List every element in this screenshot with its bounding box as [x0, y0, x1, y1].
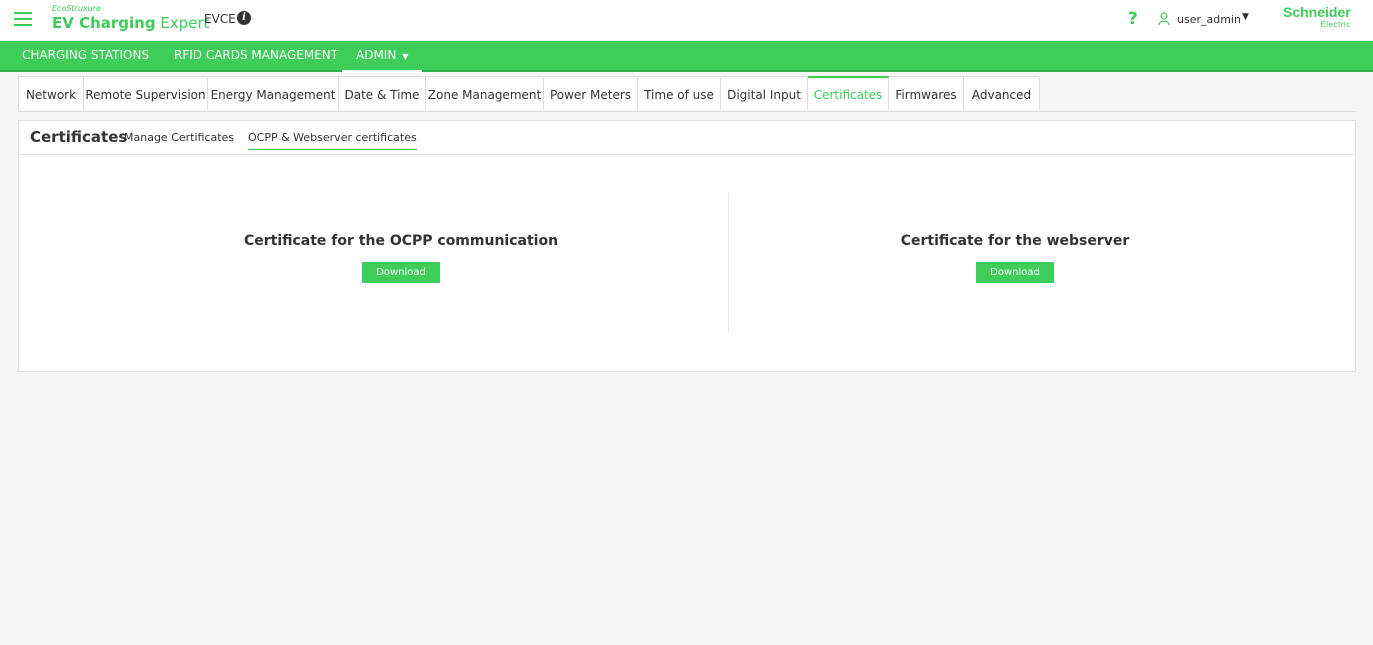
download-webserver-button[interactable]: Download: [976, 262, 1054, 283]
user-name[interactable]: user_admin: [1177, 13, 1241, 26]
tab-certificates[interactable]: Certificates: [808, 76, 889, 110]
tab-date-time[interactable]: Date & Time: [339, 76, 426, 110]
user-icon[interactable]: [1158, 12, 1172, 26]
brand-top: EcoStruxure: [52, 4, 101, 13]
nav-rfid-cards[interactable]: RFID CARDS MANAGEMENT: [174, 41, 338, 70]
tab-zone-management[interactable]: Zone Management: [426, 76, 544, 110]
main-nav: CHARGING STATIONS RFID CARDS MANAGEMENT …: [0, 41, 1373, 73]
page-title: Certificates: [30, 128, 128, 146]
chevron-down-icon: ▼: [402, 52, 409, 61]
top-bar: EcoStruxure EV Charging Expert EVCE i ? …: [0, 0, 1373, 41]
menu-icon[interactable]: [14, 12, 32, 26]
tab-power-meters[interactable]: Power Meters: [544, 76, 638, 110]
tab-firmwares[interactable]: Firmwares: [889, 76, 964, 110]
schneider-logo: Schneider Electric: [1283, 4, 1351, 30]
tab-time-of-use[interactable]: Time of use: [638, 76, 721, 110]
tab-energy-management[interactable]: Energy Management: [208, 76, 339, 110]
divider: [728, 193, 729, 333]
webserver-certificate-section: Certificate for the webserver Download: [815, 233, 1215, 283]
brand-main: EV Charging Expert: [52, 13, 210, 33]
certificates-panel: Certificates Manage Certificates OCPP & …: [18, 120, 1356, 372]
help-icon[interactable]: ?: [1128, 9, 1138, 29]
nav-admin[interactable]: ADMIN ▼: [342, 41, 423, 73]
device-name: EVCE: [204, 12, 236, 26]
brand-light: Expert: [160, 14, 210, 32]
app-brand: EcoStruxure EV Charging Expert: [52, 4, 210, 33]
info-icon[interactable]: i: [237, 11, 251, 25]
nav-charging-stations[interactable]: CHARGING STATIONS: [22, 41, 149, 70]
logo-line1: Schneider: [1283, 4, 1351, 20]
tab-network[interactable]: Network: [18, 76, 84, 110]
logo-line2: Electric: [1320, 20, 1351, 29]
link-manage-certificates[interactable]: Manage Certificates: [124, 131, 234, 144]
brand-bold: EV Charging: [52, 14, 156, 32]
download-ocpp-button[interactable]: Download: [362, 262, 440, 283]
webserver-certificate-title: Certificate for the webserver: [900, 233, 1130, 249]
panel-header: Certificates Manage Certificates OCPP & …: [19, 121, 1355, 155]
nav-admin-label: ADMIN: [356, 48, 397, 62]
ocpp-certificate-section: Certificate for the OCPP communication D…: [201, 233, 601, 283]
chevron-down-icon[interactable]: ▼: [1242, 12, 1249, 22]
link-ocpp-webserver-certificates[interactable]: OCPP & Webserver certificates: [248, 131, 417, 150]
tab-digital-input[interactable]: Digital Input: [721, 76, 808, 110]
admin-subtabs: Network Remote Supervision Energy Manage…: [18, 76, 1356, 112]
tab-remote-supervision[interactable]: Remote Supervision: [84, 76, 208, 110]
ocpp-certificate-title: Certificate for the OCPP communication: [243, 233, 559, 249]
tab-advanced[interactable]: Advanced: [964, 76, 1040, 110]
